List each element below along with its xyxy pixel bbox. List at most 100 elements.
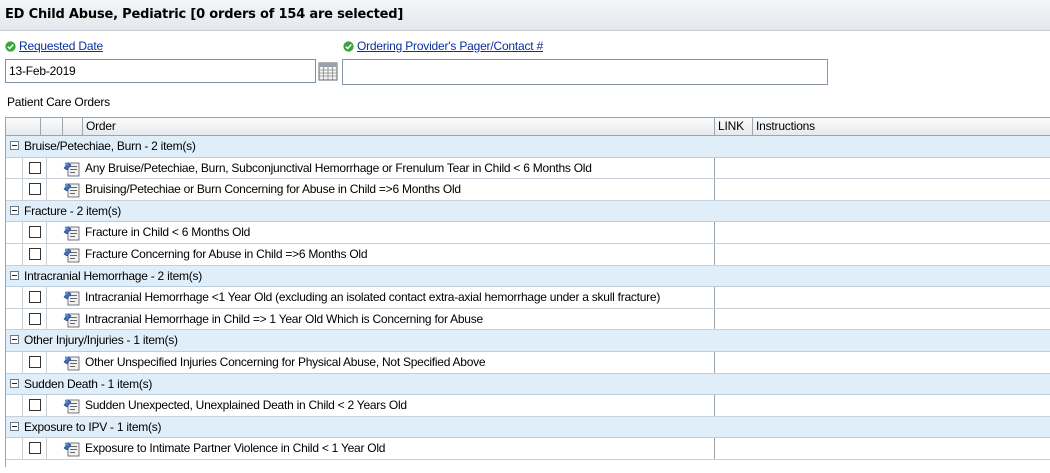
grid-divider (714, 244, 715, 265)
title-bar: ED Child Abuse, Pediatric [0 orders of 1… (0, 0, 1050, 31)
group-label: Other Injury/Injuries - 1 item(s) (24, 333, 178, 348)
order-text: Bruising/Petechiae or Burn Concerning fo… (85, 182, 461, 197)
header-cell-blank2[interactable] (62, 118, 82, 135)
group-label: Fracture - 2 item(s) (24, 203, 122, 218)
order-checkbox[interactable] (29, 399, 41, 412)
grid-divider (714, 179, 715, 200)
header-instructions[interactable]: Instructions (752, 118, 1050, 135)
orders-grid: Order LINK Instructions Bruise/Petechiae… (5, 117, 1050, 467)
order-text: Intracranial Hemorrhage <1 Year Old (exc… (85, 290, 661, 305)
grid-divider (46, 308, 47, 330)
grid-divider (22, 287, 23, 308)
order-sentence-icon (63, 183, 80, 198)
page-title: ED Child Abuse, Pediatric [0 orders of 1… (5, 7, 404, 22)
order-checkbox[interactable] (29, 226, 41, 239)
order-text: Fracture in Child < 6 Months Old (85, 225, 251, 240)
requested-date-label-group: Requested Date (5, 38, 103, 54)
header-cell-blank1[interactable] (40, 118, 62, 135)
group-row[interactable]: Exposure to IPV - 1 item(s) (6, 416, 1050, 439)
group-label: Intracranial Hemorrhage - 2 item(s) (24, 268, 202, 283)
grid-divider (714, 222, 715, 243)
grid-divider (714, 395, 715, 416)
grid-divider (46, 222, 47, 243)
grid-divider (22, 308, 23, 330)
grid-divider (46, 179, 47, 200)
group-label: Bruise/Petechiae, Burn - 2 item(s) (24, 139, 196, 153)
order-row[interactable]: Fracture in Child < 6 Months Old (6, 222, 1050, 244)
patient-care-orders-label: Patient Care Orders (7, 95, 110, 109)
grid-divider (22, 438, 23, 459)
grid-divider (714, 157, 715, 179)
grid-divider (22, 244, 23, 265)
green-check-icon (5, 40, 16, 52)
group-label: Sudden Death - 1 item(s) (24, 376, 153, 391)
header-cell-check[interactable] (6, 118, 40, 135)
order-sentence-icon (63, 442, 80, 457)
order-row[interactable]: Exposure to Intimate Partner Violence in… (6, 438, 1050, 460)
collapse-toggle-icon[interactable] (10, 141, 19, 150)
calendar-icon[interactable] (318, 59, 339, 83)
order-row[interactable]: Intracranial Hemorrhage in Child => 1 Ye… (6, 308, 1050, 331)
collapse-toggle-icon[interactable] (10, 270, 19, 280)
group-row[interactable]: Fracture - 2 item(s) (6, 200, 1050, 223)
group-row[interactable]: Intracranial Hemorrhage - 2 item(s) (6, 265, 1050, 288)
order-row[interactable]: Sudden Unexpected, Unexplained Death in … (6, 395, 1050, 417)
order-row[interactable]: Fracture Concerning for Abuse in Child =… (6, 244, 1050, 266)
order-checkbox[interactable] (29, 161, 41, 174)
header-order[interactable]: Order (82, 118, 714, 135)
group-row[interactable]: Other Injury/Injuries - 1 item(s) (6, 330, 1050, 352)
order-sentence-icon (63, 356, 80, 371)
collapse-toggle-icon[interactable] (10, 335, 19, 345)
grid-divider (22, 179, 23, 200)
order-checkbox[interactable] (29, 291, 41, 304)
order-sentence-icon (63, 161, 80, 176)
order-row[interactable]: Other Unspecified Injuries Concerning fo… (6, 352, 1050, 374)
ordering-provider-label-group: Ordering Provider's Pager/Contact # (343, 38, 543, 54)
requested-date-input[interactable] (5, 59, 316, 83)
grid-divider (46, 244, 47, 265)
order-row[interactable]: Intracranial Hemorrhage <1 Year Old (exc… (6, 287, 1050, 309)
group-row[interactable]: Bruise/Petechiae, Burn - 2 item(s) (6, 136, 1050, 158)
order-checkbox[interactable] (29, 442, 41, 455)
grid-divider (22, 222, 23, 243)
order-sentence-icon (63, 399, 80, 414)
collapse-toggle-icon[interactable] (10, 421, 19, 431)
grid-divider (46, 157, 47, 179)
order-sentence-icon (63, 248, 80, 263)
order-checkbox[interactable] (29, 248, 41, 260)
order-row[interactable]: Bruising/Petechiae or Burn Concerning fo… (6, 179, 1050, 201)
order-sentence-icon (63, 313, 80, 328)
order-sentence-icon (63, 226, 80, 241)
order-checkbox[interactable] (29, 183, 41, 196)
grid-divider (714, 438, 715, 459)
group-label: Exposure to IPV - 1 item(s) (24, 419, 162, 434)
grid-divider (46, 395, 47, 416)
order-sentence-icon (63, 291, 80, 306)
order-text: Intracranial Hemorrhage in Child => 1 Ye… (85, 311, 483, 326)
grid-divider (22, 352, 23, 373)
order-row[interactable]: Any Bruise/Petechiae, Burn, Subconjuncti… (6, 157, 1050, 180)
ordering-provider-link[interactable]: Ordering Provider's Pager/Contact # (357, 39, 543, 53)
order-text: Other Unspecified Injuries Concerning fo… (85, 355, 486, 369)
ordering-provider-contact-input[interactable] (342, 59, 828, 85)
order-checkbox[interactable] (29, 312, 41, 325)
order-text: Exposure to Intimate Partner Violence in… (85, 441, 386, 456)
collapse-toggle-icon[interactable] (10, 378, 19, 388)
grid-divider (46, 438, 47, 459)
grid-divider (46, 352, 47, 373)
order-text: Any Bruise/Petechiae, Burn, Subconjuncti… (85, 160, 592, 175)
grid-divider (22, 157, 23, 179)
grid-divider (714, 308, 715, 330)
order-text: Sudden Unexpected, Unexplained Death in … (85, 398, 407, 413)
collapse-toggle-icon[interactable] (10, 205, 19, 215)
order-checkbox[interactable] (29, 356, 41, 368)
grid-divider (22, 395, 23, 416)
grid-divider (714, 352, 715, 373)
order-text: Fracture Concerning for Abuse in Child =… (85, 247, 368, 261)
requested-date-link[interactable]: Requested Date (19, 39, 103, 53)
grid-divider (714, 287, 715, 308)
grid-divider (46, 287, 47, 308)
green-check-icon (343, 40, 354, 52)
header-link[interactable]: LINK (714, 118, 752, 135)
group-row[interactable]: Sudden Death - 1 item(s) (6, 373, 1050, 396)
